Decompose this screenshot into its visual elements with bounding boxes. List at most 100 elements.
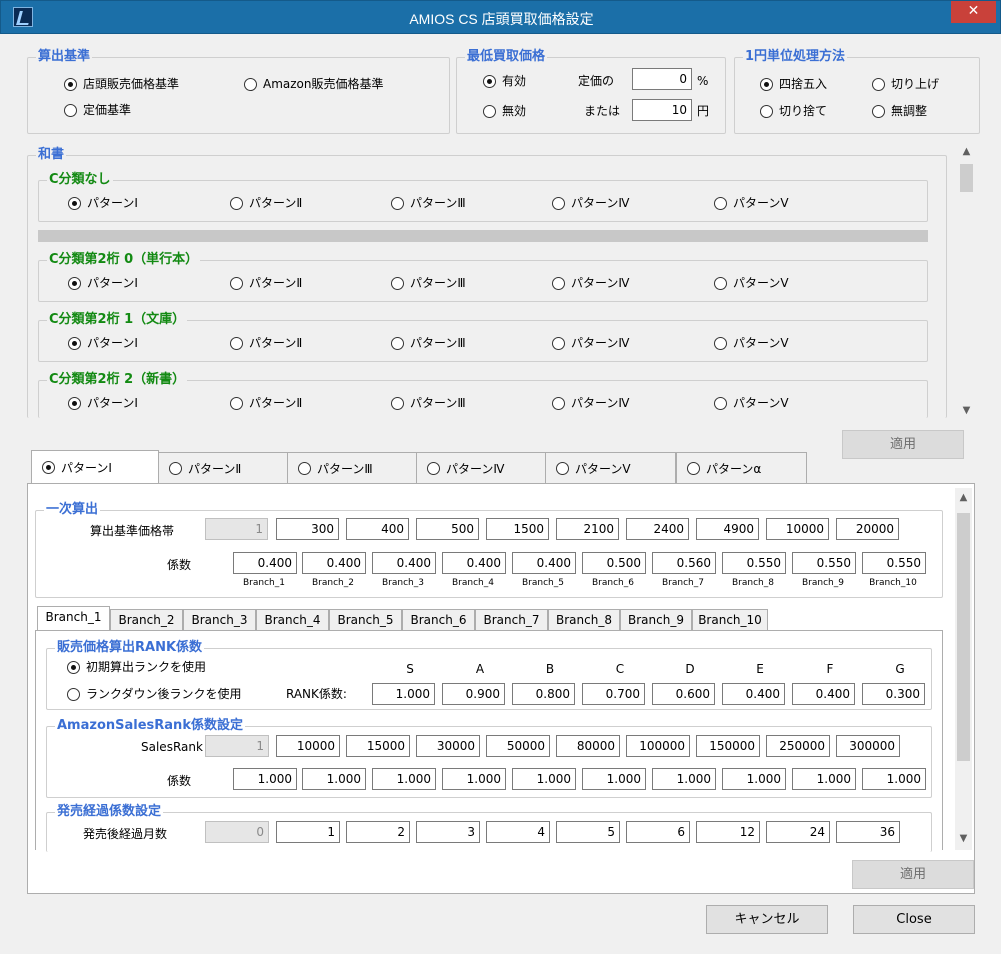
washo-pattern-radio[interactable]: パターンⅡ (230, 395, 302, 411)
min-percent-input[interactable]: 0 (632, 68, 692, 90)
washo-pattern-radio[interactable]: パターンⅣ (552, 275, 629, 291)
primary-coef-input[interactable]: 0.560 (652, 552, 716, 574)
price-band-input[interactable]: 2400 (626, 518, 689, 540)
elapsed-month-input[interactable]: 4 (486, 821, 550, 843)
rank-coef-input[interactable]: 0.400 (792, 683, 855, 705)
primary-coef-input[interactable]: 0.400 (512, 552, 576, 574)
primary-coef-input[interactable]: 0.400 (372, 552, 436, 574)
sales-rank-input[interactable]: 30000 (416, 735, 480, 757)
pattern-apply-button[interactable]: 適用 (852, 860, 974, 889)
washo-pattern-radio[interactable]: パターンⅢ (391, 275, 466, 291)
rank-coef-input[interactable]: 0.400 (722, 683, 785, 705)
primary-coef-input[interactable]: 0.400 (302, 552, 366, 574)
scroll-thumb[interactable] (957, 513, 970, 761)
primary-coef-input[interactable]: 0.550 (862, 552, 926, 574)
washo-pattern-radio[interactable]: パターンⅤ (714, 195, 789, 211)
branch-tab[interactable]: Branch_8 (548, 609, 620, 631)
min-price-disabled-radio[interactable]: 無効 (483, 103, 526, 119)
min-price-enabled-radio[interactable]: 有効 (483, 73, 526, 89)
sales-coef-input[interactable]: 1.000 (233, 768, 297, 790)
sales-coef-input[interactable]: 1.000 (862, 768, 926, 790)
washo-scrollbar[interactable]: ▲ ▼ (958, 142, 975, 422)
sales-rank-input[interactable]: 10000 (276, 735, 340, 757)
price-band-input[interactable]: 400 (346, 518, 409, 540)
window-close-button[interactable]: ✕ (951, 1, 996, 23)
washo-pattern-radio[interactable]: パターンⅤ (714, 395, 789, 411)
washo-pattern-radio[interactable]: パターンⅢ (391, 395, 466, 411)
sales-rank-input[interactable]: 100000 (626, 735, 690, 757)
rank-coef-input[interactable]: 0.900 (442, 683, 505, 705)
rank-coef-input[interactable]: 0.600 (652, 683, 715, 705)
calc-basis-amazon-radio[interactable]: Amazon販売価格基準 (244, 76, 384, 92)
scroll-down-icon[interactable]: ▼ (958, 404, 975, 418)
primary-coef-input[interactable]: 0.550 (792, 552, 856, 574)
primary-coef-input[interactable]: 0.500 (582, 552, 646, 574)
branch-tab[interactable]: Branch_3 (183, 609, 256, 631)
sales-coef-input[interactable]: 1.000 (372, 768, 436, 790)
elapsed-month-input[interactable]: 12 (696, 821, 760, 843)
washo-pattern-radio[interactable]: パターンⅠ (68, 275, 138, 291)
branch-tab[interactable]: Branch_2 (110, 609, 183, 631)
elapsed-month-input[interactable]: 6 (626, 821, 690, 843)
sales-rank-input[interactable]: 15000 (346, 735, 410, 757)
elapsed-month-input[interactable]: 5 (556, 821, 620, 843)
price-band-input[interactable]: 1500 (486, 518, 549, 540)
primary-coef-input[interactable]: 0.400 (442, 552, 506, 574)
elapsed-month-input[interactable]: 36 (836, 821, 900, 843)
branch-tab[interactable]: Branch_6 (402, 609, 475, 631)
washo-pattern-radio[interactable]: パターンⅣ (552, 395, 629, 411)
rounding-none-radio[interactable]: 無調整 (872, 103, 927, 119)
calc-basis-list-price-radio[interactable]: 定価基準 (64, 102, 131, 118)
scroll-up-icon[interactable]: ▲ (955, 491, 972, 505)
branch-tab[interactable]: Branch_5 (329, 609, 402, 631)
washo-pattern-radio[interactable]: パターンⅠ (68, 395, 138, 411)
washo-pattern-radio[interactable]: パターンⅣ (552, 195, 629, 211)
sales-coef-input[interactable]: 1.000 (582, 768, 646, 790)
price-band-input[interactable]: 2100 (556, 518, 619, 540)
rank-coef-input[interactable]: 0.700 (582, 683, 645, 705)
rank-coef-input[interactable]: 1.000 (372, 683, 435, 705)
price-band-input[interactable]: 300 (276, 518, 339, 540)
cancel-button[interactable]: キャンセル (706, 905, 828, 934)
rounding-ceil-radio[interactable]: 切り上げ (872, 76, 939, 92)
primary-coef-input[interactable]: 0.550 (722, 552, 786, 574)
rank-coef-input[interactable]: 0.300 (862, 683, 925, 705)
washo-pattern-radio[interactable]: パターンⅤ (714, 335, 789, 351)
washo-pattern-radio[interactable]: パターンⅣ (552, 335, 629, 351)
sales-coef-input[interactable]: 1.000 (512, 768, 576, 790)
branch-tab[interactable]: Branch_4 (256, 609, 329, 631)
sales-rank-input[interactable]: 80000 (556, 735, 620, 757)
elapsed-month-input[interactable]: 24 (766, 821, 830, 843)
calc-basis-store-radio[interactable]: 店頭販売価格基準 (64, 76, 179, 92)
sales-rank-input[interactable]: 150000 (696, 735, 760, 757)
washo-pattern-radio[interactable]: パターンⅡ (230, 195, 302, 211)
scroll-down-icon[interactable]: ▼ (955, 832, 972, 846)
washo-pattern-radio[interactable]: パターンⅡ (230, 335, 302, 351)
scroll-thumb[interactable] (960, 164, 973, 192)
washo-apply-button[interactable]: 適用 (842, 430, 964, 459)
pattern-tab[interactable]: パターンⅤ (545, 452, 676, 484)
elapsed-month-input[interactable]: 2 (346, 821, 410, 843)
price-band-input[interactable]: 10000 (766, 518, 829, 540)
sales-coef-input[interactable]: 1.000 (302, 768, 366, 790)
sales-rank-input[interactable]: 300000 (836, 735, 900, 757)
washo-pattern-radio[interactable]: パターンⅠ (68, 195, 138, 211)
rank-initial-radio[interactable]: 初期算出ランクを使用 (67, 659, 206, 675)
sales-rank-input[interactable]: 50000 (486, 735, 550, 757)
primary-coef-input[interactable]: 0.400 (233, 552, 297, 574)
price-band-input[interactable]: 4900 (696, 518, 759, 540)
branch-tab[interactable]: Branch_1 (37, 606, 110, 631)
scroll-up-icon[interactable]: ▲ (958, 145, 975, 159)
lower-scrollbar[interactable]: ▲ ▼ (955, 488, 972, 850)
rank-down-radio[interactable]: ランクダウン後ランクを使用 (67, 686, 242, 702)
washo-pattern-radio[interactable]: パターンⅢ (391, 335, 466, 351)
pattern-tab[interactable]: パターンⅠ (31, 450, 159, 484)
washo-pattern-radio[interactable]: パターンⅠ (68, 335, 138, 351)
price-band-input[interactable]: 500 (416, 518, 479, 540)
elapsed-month-input[interactable]: 3 (416, 821, 480, 843)
rounding-floor-radio[interactable]: 切り捨て (760, 103, 827, 119)
sales-coef-input[interactable]: 1.000 (652, 768, 716, 790)
washo-pattern-radio[interactable]: パターンⅢ (391, 195, 466, 211)
sales-coef-input[interactable]: 1.000 (442, 768, 506, 790)
pattern-tab[interactable]: パターンⅢ (287, 452, 417, 484)
